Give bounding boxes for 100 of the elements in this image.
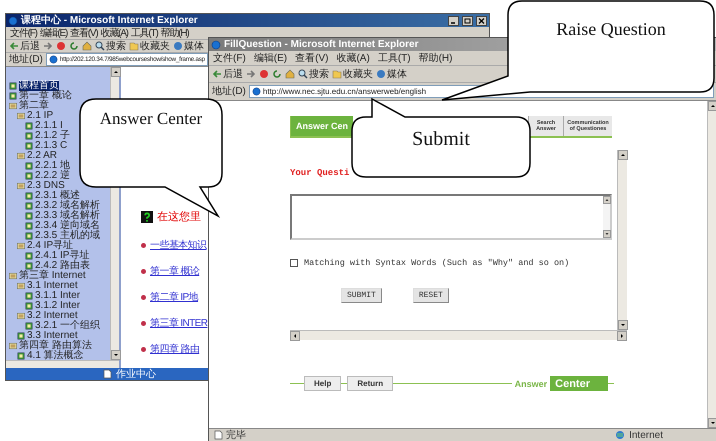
restore-button[interactable] — [462, 16, 473, 26]
tree-item[interactable]: 2.3.2 域名解析 — [6, 201, 100, 211]
menu-item[interactable]: 文件(F) — [10, 28, 37, 38]
menu-item[interactable]: 工具(T) — [130, 28, 158, 38]
taskbar-item[interactable]: 作业中心 — [116, 368, 156, 380]
tree-item[interactable]: 2.2 AR — [6, 151, 58, 161]
toolbar-button[interactable]: 搜索 — [95, 40, 126, 52]
search-icon — [298, 69, 308, 79]
tree-item[interactable]: 3.2.1 一个组织 — [6, 321, 100, 331]
tree-item[interactable]: 3.1.2 Inter — [6, 301, 80, 311]
tree-item[interactable]: 第四章 路由算法 — [6, 341, 92, 351]
scroll-up-icon[interactable] — [603, 196, 611, 204]
stop-icon — [259, 69, 269, 79]
tree-item[interactable]: 2.1.1 I — [6, 121, 63, 131]
scroll-up-icon[interactable] — [618, 150, 628, 160]
minimize-button[interactable] — [448, 16, 459, 26]
toolbar-button[interactable]: 后退 — [9, 40, 40, 52]
tree-item[interactable]: 第二章 — [6, 101, 49, 111]
tree-item[interactable]: 2.4.1 IP寻址 — [6, 251, 90, 261]
chapter-link[interactable]: 第二章 IP地 — [150, 290, 198, 304]
menu-item[interactable]: 帮助(H) — [160, 28, 188, 38]
chapter-link[interactable]: 第一章 概论 — [150, 264, 200, 278]
tree-item[interactable]: 3.1 Internet — [6, 281, 78, 291]
scroll-up-icon[interactable] — [708, 101, 716, 111]
tree-item[interactable]: 2.4 IP寻址 — [6, 241, 74, 251]
toolbar-button[interactable]: 媒体 — [376, 68, 407, 80]
tree-item[interactable]: 2.4.2 路由表 — [6, 261, 90, 271]
scroll-down-icon[interactable] — [603, 230, 611, 238]
scroll-up-icon[interactable] — [111, 67, 121, 77]
scrollbar[interactable] — [290, 330, 627, 340]
search-icon — [95, 41, 105, 51]
help-icon — [141, 210, 153, 222]
tree-item[interactable]: 3.2 Internet — [6, 311, 78, 321]
bullet-icon — [141, 294, 146, 300]
scroll-down-icon[interactable] — [618, 320, 628, 330]
home-icon — [82, 41, 92, 51]
folder-icon — [17, 182, 25, 190]
menu-item[interactable]: 查看(V) — [70, 28, 98, 38]
forward-arrow-icon — [246, 69, 256, 79]
callout-text: Raise Question — [555, 18, 667, 40]
tree-item[interactable]: 2.1.2 子 — [6, 131, 70, 141]
close-button[interactable] — [476, 16, 487, 26]
tree-item[interactable]: 2.3.1 概述 — [6, 191, 80, 201]
tree-item[interactable]: 2.1.3 C — [6, 141, 68, 151]
toolbar-button[interactable]: 媒体 — [173, 40, 204, 52]
callout-text: Answer Center — [98, 108, 204, 130]
site-logo: Answer Cen — [291, 116, 354, 136]
tree-item[interactable]: 2.3.4 逆向域名 — [6, 221, 100, 231]
status-text: 完毕 — [226, 430, 246, 440]
tree-item[interactable]: 第一章 概论 — [6, 91, 72, 101]
tree-item[interactable]: 2.2.1 地 — [6, 161, 70, 171]
reset-button[interactable]: RESET — [412, 288, 449, 303]
zone-text: Internet — [629, 430, 663, 440]
tree-item[interactable]: 2.1 IP — [6, 111, 54, 121]
help-button[interactable]: Help — [304, 376, 342, 391]
tree-item[interactable]: 3.1.1 Inter — [6, 291, 80, 301]
menu-item[interactable]: 查看(V) — [295, 52, 328, 64]
address-label: 地址(D) — [9, 54, 43, 65]
address-label: 地址(D) — [212, 86, 246, 97]
chapter-link[interactable]: 一些基本知识 — [150, 238, 206, 252]
scroll-down-icon[interactable] — [111, 350, 121, 360]
return-button[interactable]: Return — [347, 376, 394, 391]
toolbar-button[interactable]: 收藏夹 — [129, 40, 170, 52]
media-icon — [376, 69, 386, 79]
chapter-link[interactable]: 第三章 INTER — [150, 316, 208, 330]
syntax-checkbox[interactable]: Matching with Syntax Words (Such as "Why" and so on) — [290, 258, 617, 268]
tree-item[interactable]: 第三章 Internet — [6, 271, 86, 281]
menu-item[interactable]: 文件(F) — [213, 52, 246, 64]
scrollbar[interactable] — [6, 360, 119, 368]
chapter-link[interactable]: 第四章 路由 — [150, 342, 200, 356]
menu-item[interactable]: 收藏(A) — [336, 52, 370, 64]
tree-item[interactable]: 2.3.5 主机的域 — [6, 231, 100, 241]
scrollbar[interactable] — [617, 150, 627, 330]
tree-item[interactable]: 4.1 算法概念 — [6, 351, 84, 361]
folder-icon — [17, 152, 25, 160]
page-heading: 在这您里 — [157, 209, 201, 224]
tree-item[interactable]: 2.3.3 域名解析 — [6, 211, 100, 221]
forward-arrow-icon — [43, 41, 53, 51]
toolbar-button[interactable]: 收藏夹 — [332, 68, 373, 80]
menu-item[interactable]: 收藏(A) — [100, 28, 128, 38]
folder-icon — [17, 312, 25, 320]
menu-item[interactable]: 工具(T) — [378, 52, 411, 64]
scroll-left-icon[interactable] — [290, 331, 300, 341]
question-input[interactable] — [290, 194, 612, 240]
tree-item[interactable]: 2.3 DNS — [6, 181, 65, 191]
toolbar-button[interactable]: 搜索 — [298, 68, 329, 80]
menu-item[interactable]: 编辑(E) — [40, 28, 68, 38]
menu-item[interactable]: 编辑(E) — [254, 52, 288, 64]
submit-button[interactable]: SUBMIT — [341, 288, 382, 303]
home-icon — [285, 69, 295, 79]
tree-item[interactable]: 2.2.2 逆 — [6, 171, 70, 181]
scrollbar[interactable] — [707, 101, 716, 428]
bullet-icon — [141, 268, 146, 274]
bullet-icon — [141, 320, 146, 326]
scroll-right-icon[interactable] — [617, 331, 627, 341]
menu-item[interactable]: 帮助(H) — [418, 52, 452, 64]
back-arrow-icon — [9, 41, 19, 51]
tree-item[interactable]: 3.3 Internet — [6, 331, 78, 341]
scroll-down-icon[interactable] — [708, 418, 716, 428]
toolbar-button[interactable]: 后退 — [212, 68, 243, 80]
